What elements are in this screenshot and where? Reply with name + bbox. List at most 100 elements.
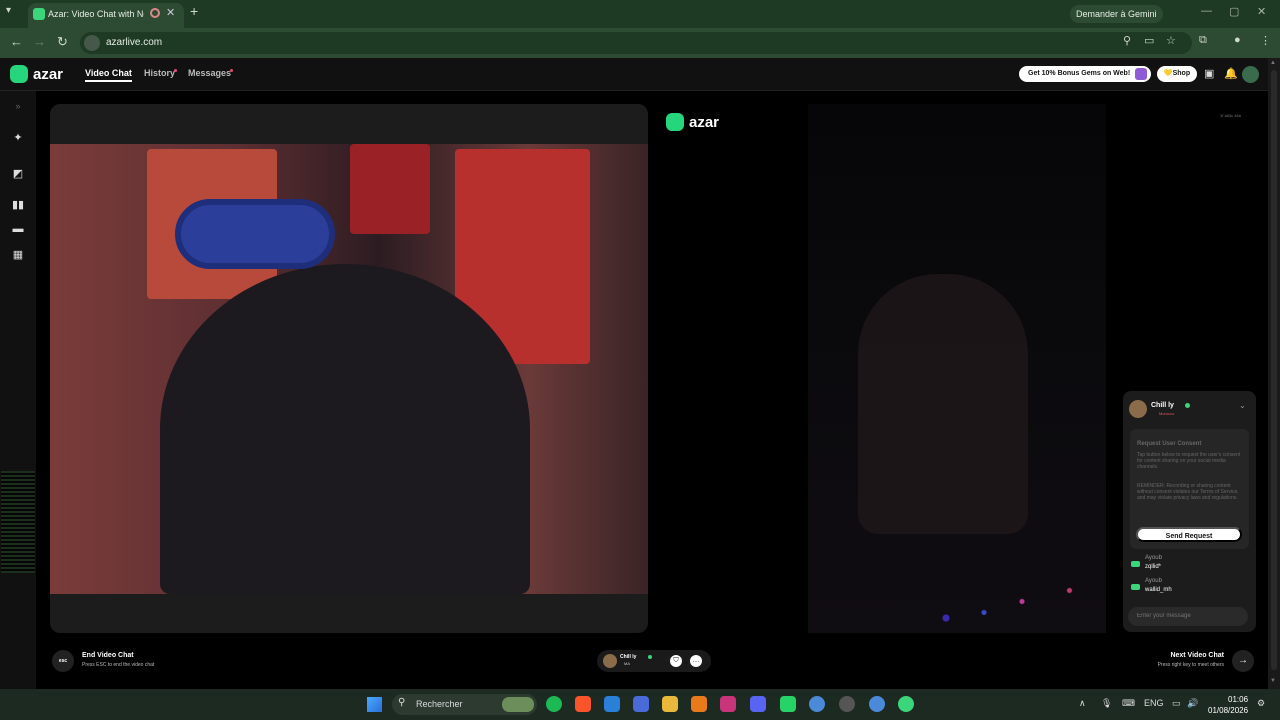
chrome-icon[interactable] [809, 696, 825, 712]
promo-label: Get 10% Bonus Gems on Web! [1028, 70, 1131, 77]
url-field[interactable]: azarlive.com [80, 32, 1192, 54]
discord-icon[interactable] [750, 696, 766, 712]
my-video-panel [50, 104, 648, 633]
filter-icon[interactable]: ◩ [11, 167, 25, 180]
next-chat-hint: Press right key to meet others [1157, 662, 1224, 668]
profile-icon[interactable]: ● [1234, 34, 1241, 46]
maximize-icon[interactable]: ▢ [1229, 5, 1239, 18]
whatsapp-icon[interactable] [780, 696, 796, 712]
tab-search-icon[interactable]: ▾ [6, 5, 11, 16]
consent-card: Request User Consent Tap button below to… [1130, 429, 1249, 549]
bottom-controls: esc End Video Chat Press ESC to end the … [36, 640, 1268, 686]
bookmark-star-icon[interactable]: ☆ [1166, 34, 1176, 47]
spotify-icon[interactable] [546, 696, 562, 712]
azar-watermark: azar [666, 113, 719, 131]
settings-icon[interactable]: ⚙ [1257, 698, 1265, 709]
logo-text: azar [33, 65, 64, 83]
remote-figure [858, 274, 1028, 534]
scroll-up-icon[interactable]: ▲ [1270, 60, 1276, 66]
end-chat-button[interactable]: esc [52, 650, 74, 672]
shop-label: Shop [1172, 70, 1191, 77]
partner-name: Chill ly [1151, 402, 1174, 409]
layout-side-by-side-icon[interactable]: ▮▮ [11, 198, 25, 211]
message-input[interactable] [1128, 607, 1248, 626]
ski-goggles [175, 199, 335, 269]
zoom-icon[interactable]: ⚲ [1123, 34, 1131, 47]
nav-messages[interactable]: Messages [188, 68, 231, 78]
site-info-icon[interactable] [84, 35, 100, 51]
windows-start-icon[interactable] [367, 697, 382, 712]
url-text[interactable]: azarlive.com [106, 37, 162, 48]
chrome-profile-icon[interactable] [839, 696, 855, 712]
network-icon[interactable]: ▭ [1172, 698, 1181, 709]
vlc-icon[interactable] [691, 696, 707, 712]
azar-logo[interactable]: azar [10, 65, 63, 83]
gemini-button[interactable]: Demander à Gemini [1070, 5, 1163, 23]
next-chat-button[interactable]: → [1232, 650, 1254, 672]
led-lights [908, 574, 1098, 629]
send-request-button[interactable]: Send Request [1136, 527, 1242, 542]
forward-icon[interactable]: → [33, 34, 46, 49]
search-icon: ⚲ [398, 697, 406, 708]
next-chat-title: Next Video Chat [1170, 652, 1224, 659]
shop-button[interactable]: 💛Shop [1157, 66, 1197, 82]
back-icon[interactable]: ← [10, 34, 23, 49]
minimize-icon[interactable]: — [1201, 5, 1212, 17]
bonus-gems-button[interactable]: Get 10% Bonus Gems on Web! [1019, 66, 1151, 82]
language-indicator[interactable]: ENG [1144, 698, 1164, 708]
browser-menu-icon[interactable]: ⋮ [1260, 34, 1271, 47]
red-flag [350, 144, 430, 234]
debug-overlay [1, 471, 35, 573]
defender-icon[interactable] [604, 696, 620, 712]
nav-video-chat[interactable]: Video Chat [85, 68, 132, 82]
azar-logo-icon [10, 65, 28, 83]
chevron-down-icon[interactable]: ⌄ [1239, 401, 1246, 410]
search-highlight-image [502, 697, 534, 712]
partner-pill-avatar [603, 654, 617, 668]
scroll-down-icon[interactable]: ▼ [1270, 678, 1276, 684]
partner-avatar[interactable] [1129, 400, 1147, 418]
expand-sidebar-icon[interactable]: » [11, 101, 25, 111]
cast-icon[interactable]: ▭ [1144, 34, 1154, 47]
keyboard-icon[interactable]: ⌨ [1122, 698, 1135, 709]
gift-icon [1135, 68, 1147, 80]
scroll-thumb[interactable] [1271, 70, 1277, 670]
online-status-icon [1185, 403, 1190, 408]
my-camera-feed [50, 144, 648, 594]
chat-bubble-icon[interactable]: … [690, 655, 702, 667]
volume-icon[interactable]: 🔊 [1187, 698, 1198, 709]
taskbar-search[interactable]: ⚲ Rechercher [392, 694, 537, 715]
bell-icon[interactable]: 🔔 [1224, 67, 1238, 80]
magic-wand-icon[interactable]: ✦ [11, 131, 25, 144]
brave-icon[interactable] [575, 696, 591, 712]
audio-recording-icon[interactable] [150, 8, 160, 18]
user-avatar[interactable] [1242, 66, 1259, 83]
browser-tab[interactable]: Azar: Video Chat with New Friends ✕ [28, 3, 184, 28]
extensions-icon[interactable]: ⧉ [1199, 34, 1207, 47]
chrome-azar-icon[interactable] [898, 696, 914, 712]
close-window-icon[interactable]: ✕ [1257, 5, 1266, 18]
reload-icon[interactable]: ↻ [57, 34, 68, 50]
instagram-icon[interactable] [720, 696, 736, 712]
store-icon[interactable]: ▣ [1204, 67, 1214, 80]
page-scrollbar[interactable]: ▲ ▼ [1268, 58, 1280, 689]
taskbar-clock[interactable]: 01:06 01/08/2026 [1208, 694, 1248, 716]
file-explorer-icon[interactable] [662, 696, 678, 712]
message-author: Ayoub [1145, 578, 1162, 584]
tray-chevron-icon[interactable]: ∧ [1079, 698, 1086, 709]
report-shield-icon[interactable]: ⛉ [670, 655, 682, 667]
consent-reminder: REMINDER: Recording or sharing content w… [1137, 483, 1239, 501]
store-app-icon[interactable] [633, 696, 649, 712]
microphone-icon[interactable]: 🎙 [1101, 698, 1112, 709]
layout-stacked-icon[interactable]: ▬ [11, 223, 25, 235]
site-header: azar Video Chat History Messages Get 10%… [0, 58, 1280, 91]
message-text: wallid_mh [1145, 587, 1172, 593]
browser-tab-strip: ▾ Azar: Video Chat with New Friends ✕ + … [0, 0, 1280, 28]
layout-grid-icon[interactable]: ▦ [11, 248, 25, 261]
new-tab-icon[interactable]: + [190, 3, 198, 19]
close-tab-icon[interactable]: ✕ [166, 6, 175, 19]
windows-taskbar: ⚲ Rechercher ∧ 🎙 ⌨ ENG ▭ 🔊 01:06 01/08/2… [0, 689, 1280, 720]
nav-history[interactable]: History [144, 68, 175, 78]
chrome-profile-2-icon[interactable] [869, 696, 885, 712]
partner-pill[interactable]: Chill ly MA ⛉ … [597, 650, 711, 672]
